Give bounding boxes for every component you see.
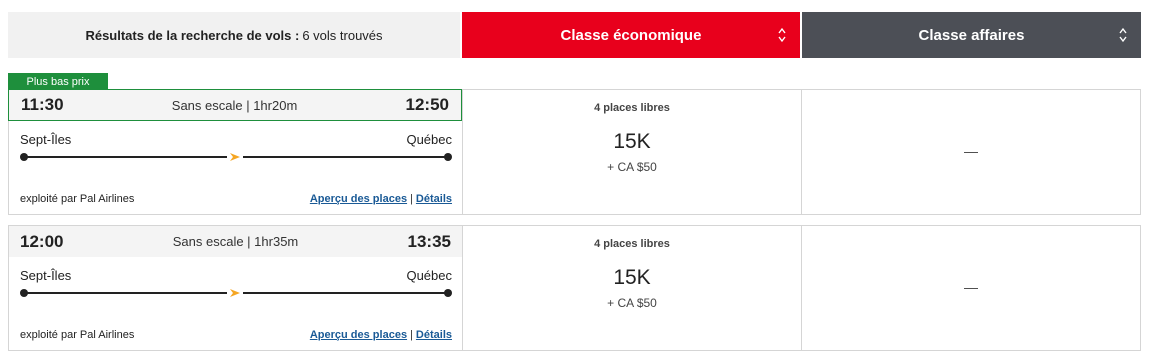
origin-dot	[20, 289, 28, 297]
business-class-label: Classe affaires	[918, 26, 1025, 44]
results-count: 6 vols trouvés	[302, 27, 383, 43]
destination-dot	[444, 289, 452, 297]
destination-city: Québec	[406, 268, 452, 283]
link-separator: |	[410, 193, 413, 205]
sort-updown-icon[interactable]	[778, 27, 786, 43]
seat-preview-link[interactable]: Aperçu des places	[310, 193, 407, 205]
fare-unavailable: —	[964, 279, 978, 295]
plane-icon	[227, 149, 243, 165]
arrival-time: 12:50	[405, 95, 449, 114]
economy-fare-cell[interactable]: 4 places libres 15K + CA $50	[462, 225, 802, 351]
flight-row: 11:30 Sans escale | 1hr20m 12:50 Sept-Îl…	[8, 89, 1141, 215]
results-header: Résultats de la recherche de vols : 6 vo…	[8, 12, 1141, 58]
operator-text: exploité par Pal Airlines	[20, 329, 135, 341]
business-fare-cell: —	[802, 89, 1141, 215]
lowest-price-badge: Plus bas prix	[8, 73, 108, 90]
fare-points: 15K	[613, 130, 651, 153]
economy-class-header[interactable]: Classe économique	[462, 12, 800, 58]
business-class-header[interactable]: Classe affaires	[802, 12, 1141, 58]
results-summary: Résultats de la recherche de vols : 6 vo…	[8, 12, 460, 58]
itinerary-times: 12:00 Sans escale | 1hr35m 13:35	[9, 226, 462, 257]
economy-fare-cell[interactable]: 4 places libres 15K + CA $50	[462, 89, 802, 215]
origin-city: Sept-Îles	[20, 132, 72, 147]
flight-links: Aperçu des places | Détails	[310, 193, 452, 205]
destination-city: Québec	[406, 132, 452, 147]
details-link[interactable]: Détails	[416, 193, 452, 205]
link-separator: |	[410, 329, 413, 341]
fare-points: 15K	[613, 266, 651, 289]
itinerary-card: 11:30 Sans escale | 1hr20m 12:50 Sept-Îl…	[8, 89, 462, 215]
flight-row: 12:00 Sans escale | 1hr35m 13:35 Sept-Îl…	[8, 225, 1141, 351]
fare-taxes: + CA $50	[607, 296, 657, 310]
seat-preview-link[interactable]: Aperçu des places	[310, 329, 407, 341]
route-line	[20, 285, 452, 301]
origin-city: Sept-Îles	[20, 268, 72, 283]
seats-available: 4 places libres	[594, 102, 670, 114]
sort-updown-icon[interactable]	[1119, 27, 1127, 43]
departure-time: 11:30	[21, 95, 64, 114]
results-summary-label: Résultats de la recherche de vols :	[85, 27, 300, 43]
plane-icon	[227, 285, 243, 301]
flight-duration: Sans escale | 1hr20m	[171, 97, 298, 113]
details-link[interactable]: Détails	[416, 329, 452, 341]
route-line	[20, 149, 452, 165]
fare-taxes: + CA $50	[607, 160, 657, 174]
operator-text: exploité par Pal Airlines	[20, 193, 135, 205]
destination-dot	[444, 153, 452, 161]
origin-dot	[20, 153, 28, 161]
itinerary-times: 11:30 Sans escale | 1hr20m 12:50	[8, 89, 462, 121]
flight-duration: Sans escale | 1hr35m	[172, 234, 299, 249]
flight-links: Aperçu des places | Détails	[310, 329, 452, 341]
business-fare-cell: —	[802, 225, 1141, 351]
route-cities: Sept-Îles Québec	[20, 132, 452, 147]
itinerary-card: 12:00 Sans escale | 1hr35m 13:35 Sept-Îl…	[8, 225, 462, 351]
departure-time: 12:00	[20, 231, 64, 251]
fare-unavailable: —	[964, 143, 978, 159]
arrival-time: 13:35	[407, 231, 451, 251]
route-cities: Sept-Îles Québec	[20, 268, 452, 283]
economy-class-label: Classe économique	[560, 26, 702, 44]
seats-available: 4 places libres	[594, 238, 670, 250]
